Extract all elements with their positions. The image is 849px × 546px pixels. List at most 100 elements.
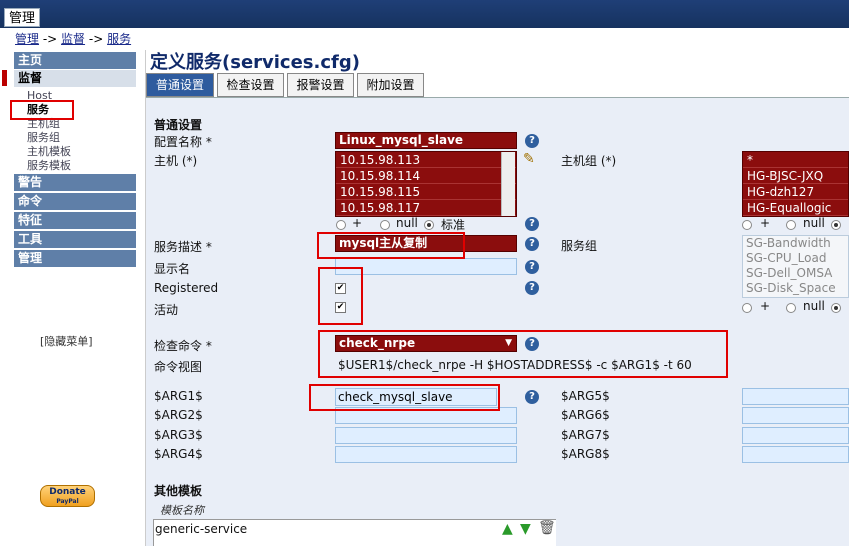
edit-icon[interactable]: ✎ xyxy=(523,152,535,166)
radio-null-label: null xyxy=(803,216,825,230)
section-common: 普通设置 xyxy=(154,118,203,132)
servicegroup-label: 服务组 xyxy=(561,239,598,253)
top-bar: 管理 xyxy=(0,0,849,28)
host-label: 主机 (*) xyxy=(154,154,198,168)
servicegroup-radio-plus[interactable] xyxy=(742,303,752,313)
servicegroup-radio-null[interactable] xyxy=(786,303,796,313)
host-radio-plus[interactable] xyxy=(336,220,346,230)
help-icon[interactable]: ? xyxy=(525,237,539,251)
arg3-field[interactable] xyxy=(335,427,517,444)
arg4-field[interactable] xyxy=(335,446,517,463)
trash-icon[interactable]: 🗑 xyxy=(538,521,556,535)
host-option[interactable]: 10.15.98.114 xyxy=(336,168,516,184)
sidebar: 主页 监督 Host 服务 主机组 服务组 主机模板 服务模板 警告 命令 特征… xyxy=(0,50,146,546)
nav-sub-servicegroup[interactable]: 服务组 xyxy=(27,131,60,144)
template-item[interactable]: generic-service xyxy=(155,522,247,536)
tab-alert[interactable]: 报警设置 xyxy=(287,73,354,97)
hostgroup-option[interactable]: HG-Equallogic xyxy=(743,200,848,216)
active-label: 活动 xyxy=(154,303,179,317)
radio-plus-label: + xyxy=(760,299,771,313)
tab-check[interactable]: 检查设置 xyxy=(217,73,284,97)
help-icon[interactable]: ? xyxy=(525,281,539,295)
highlight-description xyxy=(317,232,465,259)
nav-commands[interactable]: 命令 xyxy=(14,193,136,210)
breadcrumb-separator: -> xyxy=(39,32,62,46)
arg8-label: $ARG8$ xyxy=(561,447,610,461)
nav-admin[interactable]: 管理 xyxy=(14,250,136,267)
servicegroup-option[interactable]: SG-CPU_Load xyxy=(743,251,848,266)
desc-label: 服务描述 * xyxy=(154,240,212,254)
arg2-label: $ARG2$ xyxy=(154,408,203,422)
arg3-label: $ARG3$ xyxy=(154,428,203,442)
hostgroup-option[interactable]: HG-BJSC-JXQ xyxy=(743,168,848,184)
help-icon[interactable]: ? xyxy=(525,260,539,274)
hostgroup-radio-null[interactable] xyxy=(786,220,796,230)
help-icon[interactable]: ? xyxy=(525,217,539,231)
arg8-field[interactable] xyxy=(742,446,849,463)
paypal-label: PayPal xyxy=(56,498,79,505)
arg5-field[interactable] xyxy=(742,388,849,405)
host-radio-null[interactable] xyxy=(380,220,390,230)
radio-standard-label: 标准 xyxy=(441,218,466,232)
move-down-icon[interactable]: ▼ xyxy=(520,522,531,536)
arg7-label: $ARG7$ xyxy=(561,428,610,442)
tab-extra[interactable]: 附加设置 xyxy=(357,73,424,97)
config-name-field[interactable]: Linux_mysql_slave xyxy=(335,132,517,149)
hostgroup-label: 主机组 (*) xyxy=(561,154,617,168)
host-option[interactable]: 10.15.98.117 xyxy=(336,200,516,216)
nav-home[interactable]: 主页 xyxy=(14,52,136,69)
template-name-label: 模板名称 xyxy=(160,504,204,517)
host-option[interactable]: 10.15.98.115 xyxy=(336,184,516,200)
app-tab[interactable]: 管理 xyxy=(4,8,41,27)
nav-sub-host-template[interactable]: 主机模板 xyxy=(27,145,71,158)
radio-null-label: null xyxy=(396,216,418,230)
servicegroup-select[interactable]: SG-Bandwidth SG-CPU_Load SG-Dell_OMSA SG… xyxy=(742,235,849,298)
host-radio-standard[interactable] xyxy=(424,220,434,230)
servicegroup-radio-standard[interactable] xyxy=(831,303,841,313)
arg4-label: $ARG4$ xyxy=(154,447,203,461)
registered-label: Registered xyxy=(154,281,219,295)
donate-label: Donate xyxy=(49,487,86,497)
highlight-checkboxes xyxy=(318,267,363,325)
hostgroup-radio-standard[interactable] xyxy=(831,220,841,230)
other-templates-heading: 其他模板 xyxy=(154,484,203,498)
breadcrumb-separator: -> xyxy=(85,32,108,46)
arg6-label: $ARG6$ xyxy=(561,408,610,422)
radio-plus-label: + xyxy=(352,216,363,230)
help-icon[interactable]: ? xyxy=(525,390,539,404)
arg7-field[interactable] xyxy=(742,427,849,444)
help-icon[interactable]: ? xyxy=(525,134,539,148)
hostgroup-option[interactable]: * xyxy=(743,152,848,168)
nav-sub-service-template[interactable]: 服务模板 xyxy=(27,159,71,172)
arg5-label: $ARG5$ xyxy=(561,389,610,403)
arg6-field[interactable] xyxy=(742,407,849,424)
host-select[interactable]: 10.15.98.113 10.15.98.114 10.15.98.115 1… xyxy=(335,151,517,217)
nav-features[interactable]: 特征 xyxy=(14,212,136,229)
tab-common[interactable]: 普通设置 xyxy=(146,73,214,97)
breadcrumb-service-link[interactable]: 服务 xyxy=(107,32,131,46)
hostgroup-radio-plus[interactable] xyxy=(742,220,752,230)
servicegroup-option[interactable]: SG-Disk_Space xyxy=(743,281,848,296)
breadcrumb-admin-link[interactable]: 管理 xyxy=(15,32,39,46)
breadcrumb-monitor-link[interactable]: 监督 xyxy=(61,32,85,46)
arg1-label: $ARG1$ xyxy=(154,389,203,403)
command-view-label: 命令视图 xyxy=(154,360,203,374)
host-scrollbar[interactable] xyxy=(501,152,515,216)
hostgroup-option[interactable]: HG-dzh127 xyxy=(743,184,848,200)
nav-alerts[interactable]: 警告 xyxy=(14,174,136,191)
hostgroup-select[interactable]: * HG-BJSC-JXQ HG-dzh127 HG-Equallogic xyxy=(742,151,849,217)
servicegroup-option[interactable]: SG-Dell_OMSA xyxy=(743,266,848,281)
highlight-check-command xyxy=(318,330,728,378)
config-name-label: 配置名称 * xyxy=(154,135,212,149)
move-up-icon[interactable]: ▲ xyxy=(502,522,513,536)
host-option[interactable]: 10.15.98.113 xyxy=(336,152,516,168)
display-name-label: 显示名 xyxy=(154,262,191,276)
donate-button[interactable]: Donate PayPal xyxy=(40,485,95,507)
servicegroup-option[interactable]: SG-Bandwidth xyxy=(743,236,848,251)
highlight-nav-service xyxy=(10,100,74,120)
radio-plus-label: + xyxy=(760,216,771,230)
nav-monitor[interactable]: 监督 xyxy=(14,70,136,87)
nav-tools[interactable]: 工具 xyxy=(14,231,136,248)
hide-menu-link[interactable]: [隐藏菜单] xyxy=(40,333,93,349)
page-title: 定义服务(services.cfg) xyxy=(150,52,360,73)
